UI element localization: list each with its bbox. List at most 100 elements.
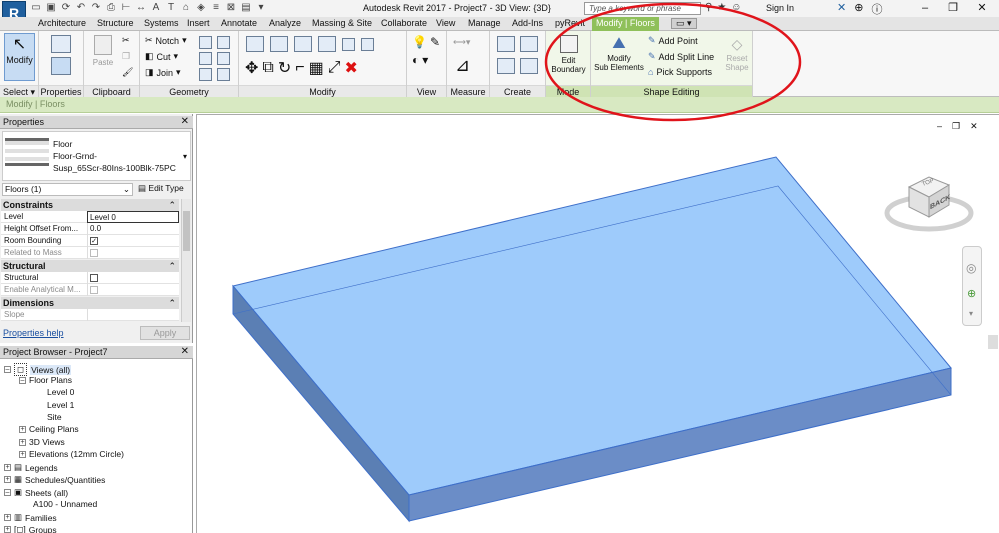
move-icon[interactable]: ✥ <box>245 58 258 78</box>
search-input[interactable]: Type a keyword or phrase <box>584 2 701 15</box>
cut-geometry-button[interactable]: ◧ Cut ▾ <box>145 51 178 62</box>
close-icon[interactable]: ✕ <box>181 346 189 358</box>
remove-paint-icon[interactable] <box>199 68 212 81</box>
view-restore-icon[interactable]: ❐ <box>952 121 960 132</box>
room-bounding-checkbox[interactable]: ✓ <box>90 237 98 245</box>
3d-view-icon[interactable]: ⌂ <box>180 2 192 14</box>
aligned-dimension-icon[interactable]: ⊿ <box>455 55 470 76</box>
maximize-button[interactable]: ❐ <box>939 0 967 16</box>
section-constraints[interactable]: Constraints ⌃ <box>1 199 179 211</box>
expand-icon[interactable]: + <box>4 476 11 483</box>
structural-checkbox[interactable] <box>90 274 98 282</box>
viewport-canvas[interactable] <box>197 115 999 533</box>
split-face-icon[interactable] <box>217 36 230 49</box>
tree-item-ceiling-plans[interactable]: + Ceiling Plans <box>19 424 79 434</box>
tab-pyrevit[interactable]: pyRevit <box>555 18 585 28</box>
copy-element-icon[interactable]: ⧉ <box>262 59 273 77</box>
split-icon[interactable] <box>342 37 355 51</box>
dimension-icon[interactable]: ↔ <box>135 2 147 14</box>
create-parts-icon[interactable] <box>520 36 538 52</box>
tab-manage[interactable]: Manage <box>468 18 501 28</box>
modify-button[interactable]: ↖ Modify <box>4 33 35 81</box>
tree-item-elevations[interactable]: + Elevations (12mm Circle) <box>19 449 124 459</box>
tab-collaborate[interactable]: Collaborate <box>381 18 427 28</box>
add-point-button[interactable]: ✎ Add Point <box>648 35 698 46</box>
sync-icon[interactable]: ⟳ <box>60 2 72 14</box>
viewport-scroll-thumb[interactable] <box>988 335 998 349</box>
tree-item-legends[interactable]: + ▤ Legends <box>4 462 58 473</box>
array-icon[interactable]: ▦ <box>309 58 324 78</box>
steering-wheel-icon[interactable]: ◎ <box>966 261 976 275</box>
override-icon[interactable]: ▾ <box>422 53 428 67</box>
create-group-icon[interactable] <box>497 58 515 74</box>
tree-item-sheets[interactable]: – ▣ Sheets (all) <box>4 487 68 498</box>
edit-type-button[interactable]: ▤ Edit Type <box>138 183 184 194</box>
expand-icon[interactable]: + <box>19 438 26 446</box>
measure-icon[interactable]: ⊢ <box>120 2 132 14</box>
ribbon-minimize-toggle[interactable]: ▭ ▾ <box>671 18 697 29</box>
binoculars-icon[interactable]: ⚲ <box>705 2 712 13</box>
tree-item-level-0[interactable]: Level 0 <box>47 387 74 397</box>
properties-button[interactable] <box>48 56 74 78</box>
save-icon[interactable]: ▣ <box>45 2 57 14</box>
match-icon[interactable]: 🖌 <box>122 67 133 78</box>
pin-icon[interactable] <box>361 37 374 51</box>
tab-modify-floors[interactable]: Modify | Floors <box>592 17 659 31</box>
sign-in-button[interactable]: Sign In <box>766 3 794 13</box>
lightbulb-icon[interactable]: 💡 <box>412 35 427 49</box>
tree-item-floor-plans[interactable]: – Floor Plans <box>19 375 72 385</box>
tab-massing-site[interactable]: Massing & Site <box>312 18 372 28</box>
align-icon[interactable] <box>246 36 264 52</box>
scale-icon[interactable]: ⤢ <box>328 59 341 77</box>
tree-item-a100[interactable]: A100 - Unnamed <box>33 499 97 509</box>
paint-icon[interactable] <box>199 52 212 65</box>
tree-item-3d-views[interactable]: +3D Views <box>19 437 65 447</box>
open-icon[interactable]: ▭ <box>30 2 42 14</box>
create-assembly-icon[interactable] <box>497 36 515 52</box>
properties-scrollbar[interactable] <box>181 199 191 322</box>
rotate-icon[interactable]: ↻ <box>278 58 291 78</box>
section-structural[interactable]: Structural ⌃ <box>1 260 179 272</box>
thin-lines-icon[interactable]: ≡ <box>210 2 222 14</box>
help-icon[interactable]: ⓘ <box>871 1 882 17</box>
apply-button[interactable]: Apply <box>140 326 190 340</box>
tab-analyze[interactable]: Analyze <box>269 18 301 28</box>
reset-shape-button[interactable]: ◇ Reset Shape <box>722 34 752 72</box>
mirror-axis-icon[interactable] <box>294 36 312 52</box>
tree-item-schedules[interactable]: + ▦ Schedules/Quantities <box>4 474 105 485</box>
tree-item-level-1[interactable]: Level 1 <box>47 400 74 410</box>
tree-item-groups[interactable]: + [◻] Groups <box>4 524 57 533</box>
edit-boundary-button[interactable]: Edit Boundary <box>550 34 587 74</box>
paste-button[interactable]: Paste <box>90 34 116 67</box>
mirror-draw-icon[interactable] <box>318 36 336 52</box>
viewcube[interactable]: TOP BACK <box>884 175 974 235</box>
add-split-line-button[interactable]: ✎ Add Split Line <box>648 51 714 62</box>
hammer-icon[interactable] <box>217 68 230 81</box>
zoom-icon[interactable]: ⊕ <box>967 287 976 300</box>
collapse-icon[interactable]: – <box>4 366 11 373</box>
expand-icon[interactable]: + <box>19 425 26 433</box>
close-button[interactable]: ✕ <box>968 0 996 16</box>
tab-structure[interactable]: Structure <box>97 18 134 28</box>
instance-filter-select[interactable]: Floors (1) ⌄ <box>2 183 133 196</box>
hide-icon[interactable]: ◐ <box>412 53 419 67</box>
tab-view[interactable]: View <box>436 18 455 28</box>
collapse-icon[interactable]: – <box>19 376 26 384</box>
offset-icon[interactable] <box>270 36 288 52</box>
scrollbar-thumb[interactable] <box>183 211 190 251</box>
user-icon[interactable]: ☺ <box>731 2 741 13</box>
exchange-icon[interactable]: ✕ <box>837 1 846 17</box>
wall-joins-icon[interactable] <box>199 36 212 49</box>
expand-icon[interactable]: + <box>4 464 11 471</box>
level-field[interactable]: Level 0 <box>87 211 179 223</box>
cut-icon[interactable]: ✂ <box>122 35 130 46</box>
tab-systems[interactable]: Systems <box>144 18 179 28</box>
tree-item-families[interactable]: + ▥ Families <box>4 512 57 523</box>
measure-between-icon[interactable]: ⟷▾ <box>453 37 470 48</box>
height-offset-field[interactable]: 0.0 <box>87 223 179 235</box>
section-dimensions[interactable]: Dimensions ⌃ <box>1 297 179 309</box>
redo-icon[interactable]: ↷ <box>90 2 102 14</box>
floor-top-face[interactable] <box>232 156 952 496</box>
join-button[interactable]: ◨ Join ▾ <box>145 67 181 78</box>
tab-architecture[interactable]: Architecture <box>38 18 86 28</box>
